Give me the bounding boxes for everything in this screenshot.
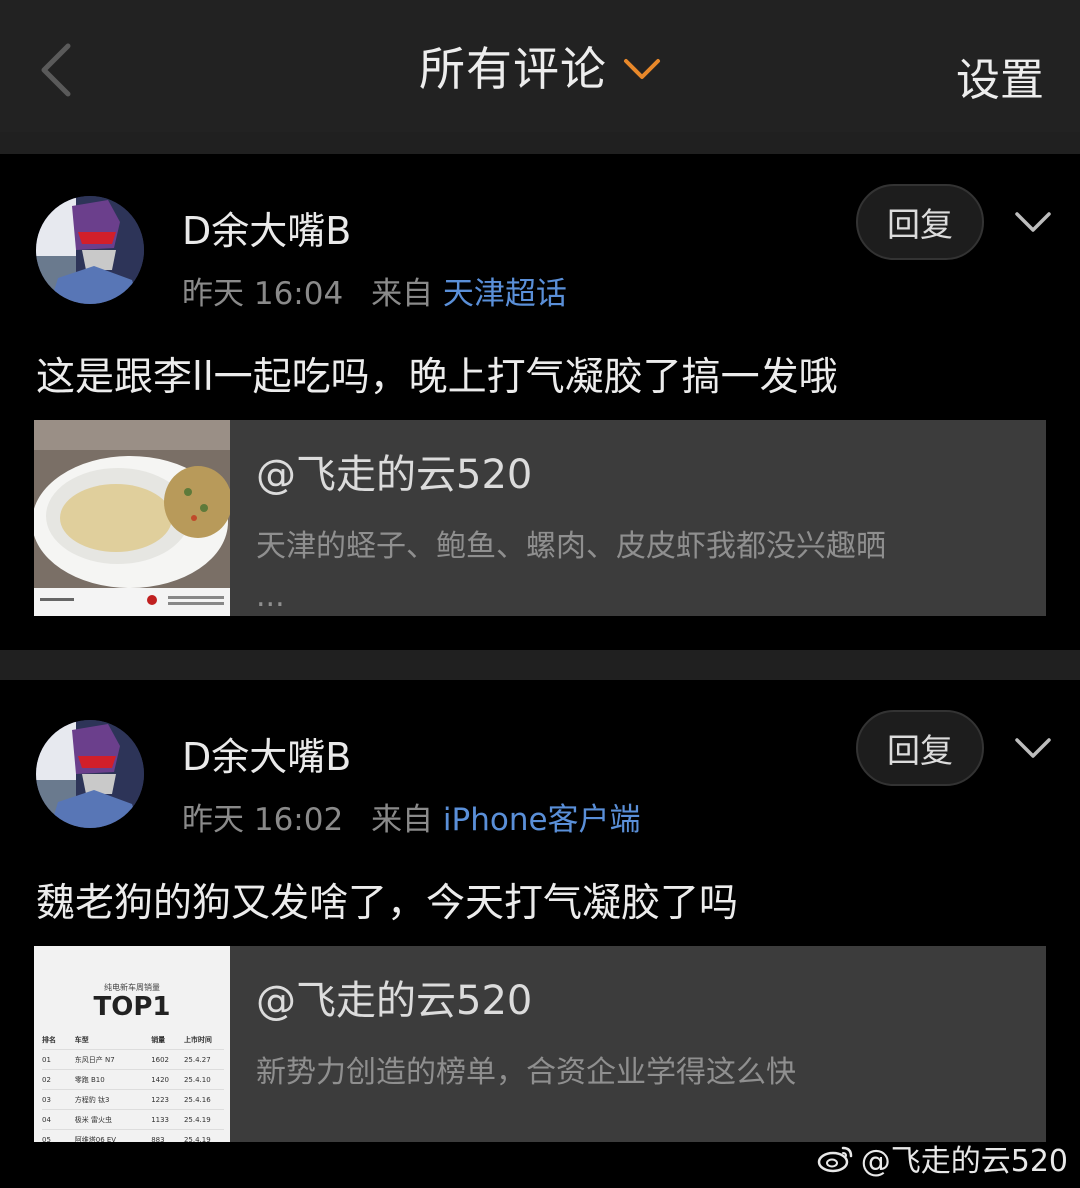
watermark: @飞走的云520 <box>817 1136 1068 1180</box>
thumb-table-header: 排名 车型 销量 上市时间 <box>42 1030 224 1050</box>
thumb-table-row: 04 极米 雷火虫 1133 25.4.19 <box>42 1110 224 1130</box>
thumb-cell: 1420 <box>151 1075 170 1084</box>
reply-button[interactable]: 回复 <box>856 710 984 786</box>
thumb-cell: 方程豹 钛3 <box>74 1095 110 1104</box>
thumb-cell: 1223 <box>151 1095 170 1104</box>
thumb-cell: 销量 <box>151 1035 166 1044</box>
thumb-cell: 25.4.19 <box>183 1135 211 1143</box>
thumb-cell: 04 <box>42 1115 51 1124</box>
thumb-table-row: 03 方程豹 钛3 1223 25.4.16 <box>42 1090 224 1110</box>
back-arrow-icon[interactable] <box>36 40 80 100</box>
quoted-post[interactable]: @飞走的云520 天津的蛏子、鲍鱼、螺肉、皮皮虾我都没兴趣晒 ... <box>34 420 1046 616</box>
quoted-text-ellipsis: ... <box>256 579 285 614</box>
thumb-table-row: 02 零跑 B10 1420 25.4.10 <box>42 1070 224 1090</box>
comment-text: 魏老狗的狗又发啥了，今天打气凝胶了吗 <box>36 881 739 926</box>
avatar[interactable] <box>36 196 144 304</box>
quoted-username: @飞走的云520 <box>256 978 533 1024</box>
quoted-post-thumbnail: 纯电新车周销量 TOP1 排名 车型 销量 上市时间 01 东风日产 N7 1602 25.4… <box>34 946 230 1142</box>
thumb-table-row: 01 东风日产 N7 1602 25.4.27 <box>42 1050 224 1070</box>
thumb-cell: 车型 <box>74 1035 89 1044</box>
timestamp: 昨天 16:02 <box>182 802 344 838</box>
username[interactable]: D余大嘴B <box>182 726 351 781</box>
comment-text: 这是跟李ll一起吃吗，晚上打气凝胶了搞一发哦 <box>36 355 838 400</box>
quoted-post[interactable]: 纯电新车周销量 TOP1 排名 车型 销量 上市时间 01 东风日产 N7 1602 25.4… <box>34 946 1046 1142</box>
chevron-down-icon[interactable] <box>1014 210 1052 234</box>
comment-card: D余大嘴B 昨天 16:02 来自 iPhone客户端 回复 魏老狗的狗又发啥了… <box>0 680 1080 1188</box>
thumb-cell: 东风日产 N7 <box>74 1055 115 1064</box>
timestamp: 昨天 16:04 <box>182 276 344 312</box>
chevron-down-icon[interactable] <box>1014 736 1052 760</box>
thumb-cell: 25.4.16 <box>183 1095 211 1104</box>
comment-filter-dropdown[interactable]: 所有评论 <box>419 33 661 99</box>
avatar-image <box>36 720 144 828</box>
page-title: 所有评论 <box>419 42 607 96</box>
thumb-table: 排名 车型 销量 上市时间 01 东风日产 N7 1602 25.4.27 02 零跑 B10 14… <box>42 1030 224 1142</box>
comment-card: D余大嘴B 昨天 16:04 来自 天津超话 回复 这是跟李ll一起吃吗，晚上打… <box>0 154 1080 650</box>
avatar[interactable] <box>36 720 144 828</box>
quoted-username: @飞走的云520 <box>256 452 533 498</box>
thumb-cell: 1133 <box>151 1115 170 1124</box>
quoted-text: 天津的蛏子、鲍鱼、螺肉、皮皮虾我都没兴趣晒 ... <box>256 522 886 622</box>
thumb-cell: 1602 <box>151 1055 170 1064</box>
thumb-cell: 零跑 B10 <box>74 1075 105 1084</box>
thumb-title: TOP1 <box>93 992 171 1022</box>
thumb-cell: 883 <box>151 1135 165 1143</box>
source-link[interactable]: iPhone客户端 <box>443 802 641 838</box>
thumb-cell: 25.4.27 <box>183 1055 211 1064</box>
thumb-cell: 01 <box>42 1055 51 1064</box>
divider <box>0 132 1080 154</box>
thumb-cell: 排名 <box>42 1035 56 1044</box>
thumb-cell: 上市时间 <box>183 1035 212 1044</box>
weibo-logo-icon <box>817 1146 852 1173</box>
quoted-post-thumbnail <box>34 420 230 616</box>
username[interactable]: D余大嘴B <box>182 200 351 255</box>
reply-button[interactable]: 回复 <box>856 184 984 260</box>
thumb-cell: 02 <box>42 1075 51 1084</box>
quoted-text: 新势力创造的榜单，合资企业学得这么快 <box>256 1055 796 1090</box>
from-label: 来自 <box>371 276 434 312</box>
thumb-cell: 阿维塔06 EV <box>74 1135 117 1143</box>
watermark-text: @飞走的云520 <box>860 1144 1068 1179</box>
thumb-table-row: 05 阿维塔06 EV 883 25.4.19 <box>42 1130 224 1143</box>
thumb-cell: 极米 雷火虫 <box>74 1115 112 1124</box>
settings-button[interactable]: 设置 <box>956 44 1044 108</box>
thumb-cell: 25.4.19 <box>183 1115 211 1124</box>
source-link[interactable]: 天津超话 <box>443 276 567 312</box>
top-bar: 所有评论 设置 <box>0 0 1080 132</box>
thumb-cell: 03 <box>42 1095 51 1104</box>
comment-meta: 昨天 16:02 来自 iPhone客户端 <box>182 794 641 839</box>
thumb-cell: 25.4.10 <box>183 1075 211 1084</box>
from-label: 来自 <box>371 802 434 838</box>
thumb-cell: 05 <box>42 1135 51 1143</box>
chevron-down-icon <box>624 59 660 79</box>
quoted-text-line: 天津的蛏子、鲍鱼、螺肉、皮皮虾我都没兴趣晒 <box>256 529 886 564</box>
avatar-image <box>36 196 144 304</box>
divider <box>0 650 1080 680</box>
comment-meta: 昨天 16:04 来自 天津超话 <box>182 268 567 313</box>
